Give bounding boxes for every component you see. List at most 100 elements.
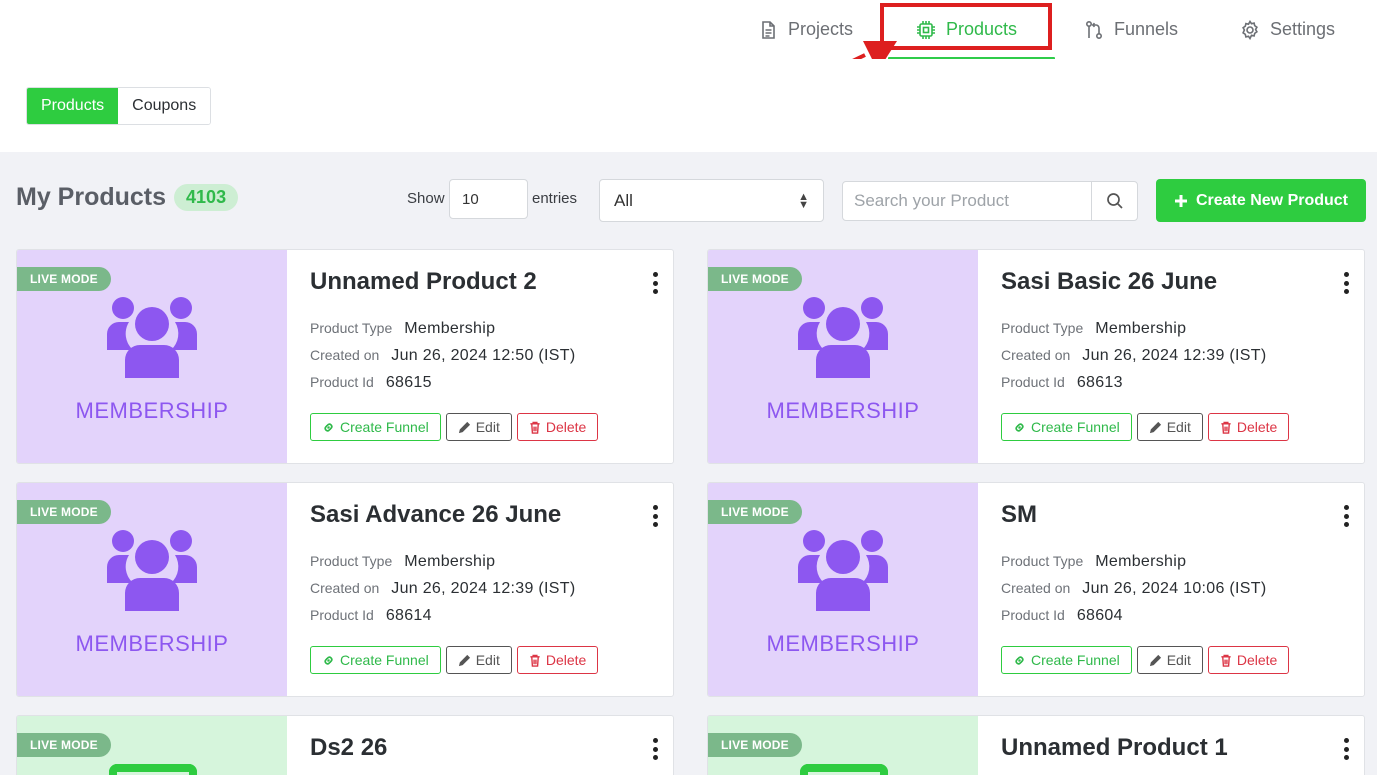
- product-title[interactable]: Unnamed Product 2: [310, 268, 537, 296]
- product-thumbnail[interactable]: LIVE MODE: [708, 716, 978, 775]
- created-on-value: Jun 26, 2024 12:39 (IST): [1082, 347, 1267, 364]
- product-count-badge: 4103: [174, 184, 239, 211]
- membership-group-icon: [798, 297, 888, 378]
- created-on-label: Created on: [310, 580, 380, 596]
- more-options-icon[interactable]: [1342, 272, 1350, 294]
- top-navigation: Projects Products Funnels Settings: [0, 0, 1377, 61]
- nav-funnels[interactable]: Funnels: [1084, 0, 1178, 59]
- delete-button[interactable]: Delete: [1207, 646, 1290, 674]
- edit-button[interactable]: Edit: [1136, 413, 1203, 441]
- product-title[interactable]: SM: [1001, 501, 1037, 529]
- funnel-flow-icon: [1085, 20, 1103, 39]
- search-button[interactable]: [1091, 182, 1137, 220]
- thumbnail-label: MEMBERSHIP: [766, 631, 920, 656]
- more-options-icon[interactable]: [1342, 505, 1350, 527]
- link-icon: [324, 655, 333, 665]
- product-type-label: Product Type: [1001, 320, 1084, 336]
- product-id-value: 68614: [385, 607, 432, 624]
- product-type-row: Product Type Membership: [310, 553, 495, 571]
- product-type-label: Product Type: [310, 320, 393, 336]
- product-filter-select[interactable]: All ▲ ▼: [599, 179, 824, 222]
- created-on-value: Jun 26, 2024 10:06 (IST): [1082, 580, 1267, 597]
- delete-label: Delete: [1236, 419, 1278, 435]
- product-thumbnail[interactable]: LIVE MODE MEMBERSHIP: [708, 483, 978, 696]
- edit-label: Edit: [1166, 419, 1191, 435]
- show-label: Show: [407, 190, 445, 207]
- product-thumbnail[interactable]: LIVE MODE MEMBERSHIP: [17, 483, 287, 696]
- pencil-icon: [458, 421, 470, 433]
- created-on-value: Jun 26, 2024 12:39 (IST): [391, 580, 576, 597]
- edit-button[interactable]: Edit: [445, 413, 512, 441]
- live-mode-badge: LIVE MODE: [17, 733, 111, 757]
- live-mode-badge: LIVE MODE: [708, 733, 802, 757]
- product-title[interactable]: Sasi Advance 26 June: [310, 501, 561, 529]
- product-card: LIVE MODE MEMBERSHIP SM Product Type Memb…: [707, 482, 1365, 697]
- product-thumbnail[interactable]: LIVE MODE MEMBERSHIP: [708, 250, 978, 463]
- annotation-highlight-box: [880, 3, 1052, 50]
- product-id-row: Product Id 68615: [310, 374, 432, 392]
- created-on-value: Jun 26, 2024 12:50 (IST): [391, 347, 576, 364]
- entries-label: entries: [532, 190, 578, 207]
- product-thumbnail[interactable]: LIVE MODE: [17, 716, 287, 775]
- live-mode-badge: LIVE MODE: [17, 267, 111, 291]
- delete-button[interactable]: Delete: [516, 646, 599, 674]
- select-caret-icon: ▲ ▼: [798, 190, 809, 211]
- product-card: LIVE MODE MEMBERSHIP Sasi Basic 26 June …: [707, 249, 1365, 464]
- created-on-row: Created on Jun 26, 2024 12:39 (IST): [1001, 347, 1266, 365]
- create-funnel-label: Create Funnel: [340, 419, 429, 435]
- product-thumbnail[interactable]: LIVE MODE MEMBERSHIP: [17, 250, 287, 463]
- link-icon: [324, 422, 333, 432]
- created-on-label: Created on: [310, 347, 380, 363]
- pencil-icon: [1149, 654, 1161, 666]
- plus-icon: [1174, 194, 1187, 207]
- created-on-row: Created on Jun 26, 2024 12:39 (IST): [310, 580, 575, 598]
- product-id-row: Product Id 68604: [1001, 607, 1123, 625]
- entries-per-page-input[interactable]: [449, 179, 528, 219]
- create-funnel-label: Create Funnel: [1031, 652, 1120, 668]
- product-search: [842, 181, 1138, 221]
- product-title[interactable]: Sasi Basic 26 June: [1001, 268, 1217, 296]
- product-card: LIVE MODE Ds2 26: [16, 715, 674, 775]
- created-on-row: Created on Jun 26, 2024 10:06 (IST): [1001, 580, 1266, 598]
- card-actions: Create Funnel Edit Delete: [1001, 646, 1290, 674]
- more-options-icon[interactable]: [1342, 738, 1350, 760]
- create-funnel-button[interactable]: Create Funnel: [1001, 646, 1132, 674]
- product-type-row: Product Type Membership: [1001, 320, 1186, 338]
- product-type-value: Membership: [1095, 553, 1187, 570]
- edit-button[interactable]: Edit: [1136, 646, 1203, 674]
- nav-funnels-label: Funnels: [1114, 19, 1179, 39]
- card-actions: Create Funnel Edit Delete: [1001, 413, 1290, 441]
- create-funnel-button[interactable]: Create Funnel: [310, 646, 441, 674]
- subtab-products[interactable]: Products: [27, 88, 119, 124]
- product-type-value: Membership: [404, 320, 496, 337]
- delete-button[interactable]: Delete: [1207, 413, 1290, 441]
- digital-product-icon: [109, 764, 197, 775]
- more-options-icon[interactable]: [651, 738, 659, 760]
- trash-icon: [530, 654, 540, 667]
- created-on-row: Created on Jun 26, 2024 12:50 (IST): [310, 347, 575, 365]
- pencil-icon: [458, 654, 470, 666]
- nav-settings[interactable]: Settings: [1240, 0, 1335, 59]
- subtab-coupons[interactable]: Coupons: [118, 88, 211, 124]
- created-on-label: Created on: [1001, 347, 1071, 363]
- created-on-label: Created on: [1001, 580, 1071, 596]
- product-id-row: Product Id 68614: [310, 607, 432, 625]
- page-title: My Products: [16, 183, 167, 211]
- edit-label: Edit: [475, 419, 500, 435]
- live-mode-badge: LIVE MODE: [17, 500, 111, 524]
- create-new-product-button[interactable]: Create New Product: [1156, 179, 1366, 222]
- search-input[interactable]: [843, 182, 1091, 220]
- product-type-row: Product Type Membership: [1001, 553, 1186, 571]
- product-type-label: Product Type: [310, 553, 393, 569]
- more-options-icon[interactable]: [651, 272, 659, 294]
- create-funnel-button[interactable]: Create Funnel: [1001, 413, 1132, 441]
- product-title[interactable]: Ds2 26: [310, 734, 387, 762]
- edit-label: Edit: [1166, 652, 1191, 668]
- delete-button[interactable]: Delete: [516, 413, 599, 441]
- product-id-value: 68615: [385, 374, 432, 391]
- more-options-icon[interactable]: [651, 505, 659, 527]
- create-funnel-button[interactable]: Create Funnel: [310, 413, 441, 441]
- product-title[interactable]: Unnamed Product 1: [1001, 734, 1228, 762]
- subtab-bar: Products Coupons: [0, 59, 1377, 152]
- edit-button[interactable]: Edit: [445, 646, 512, 674]
